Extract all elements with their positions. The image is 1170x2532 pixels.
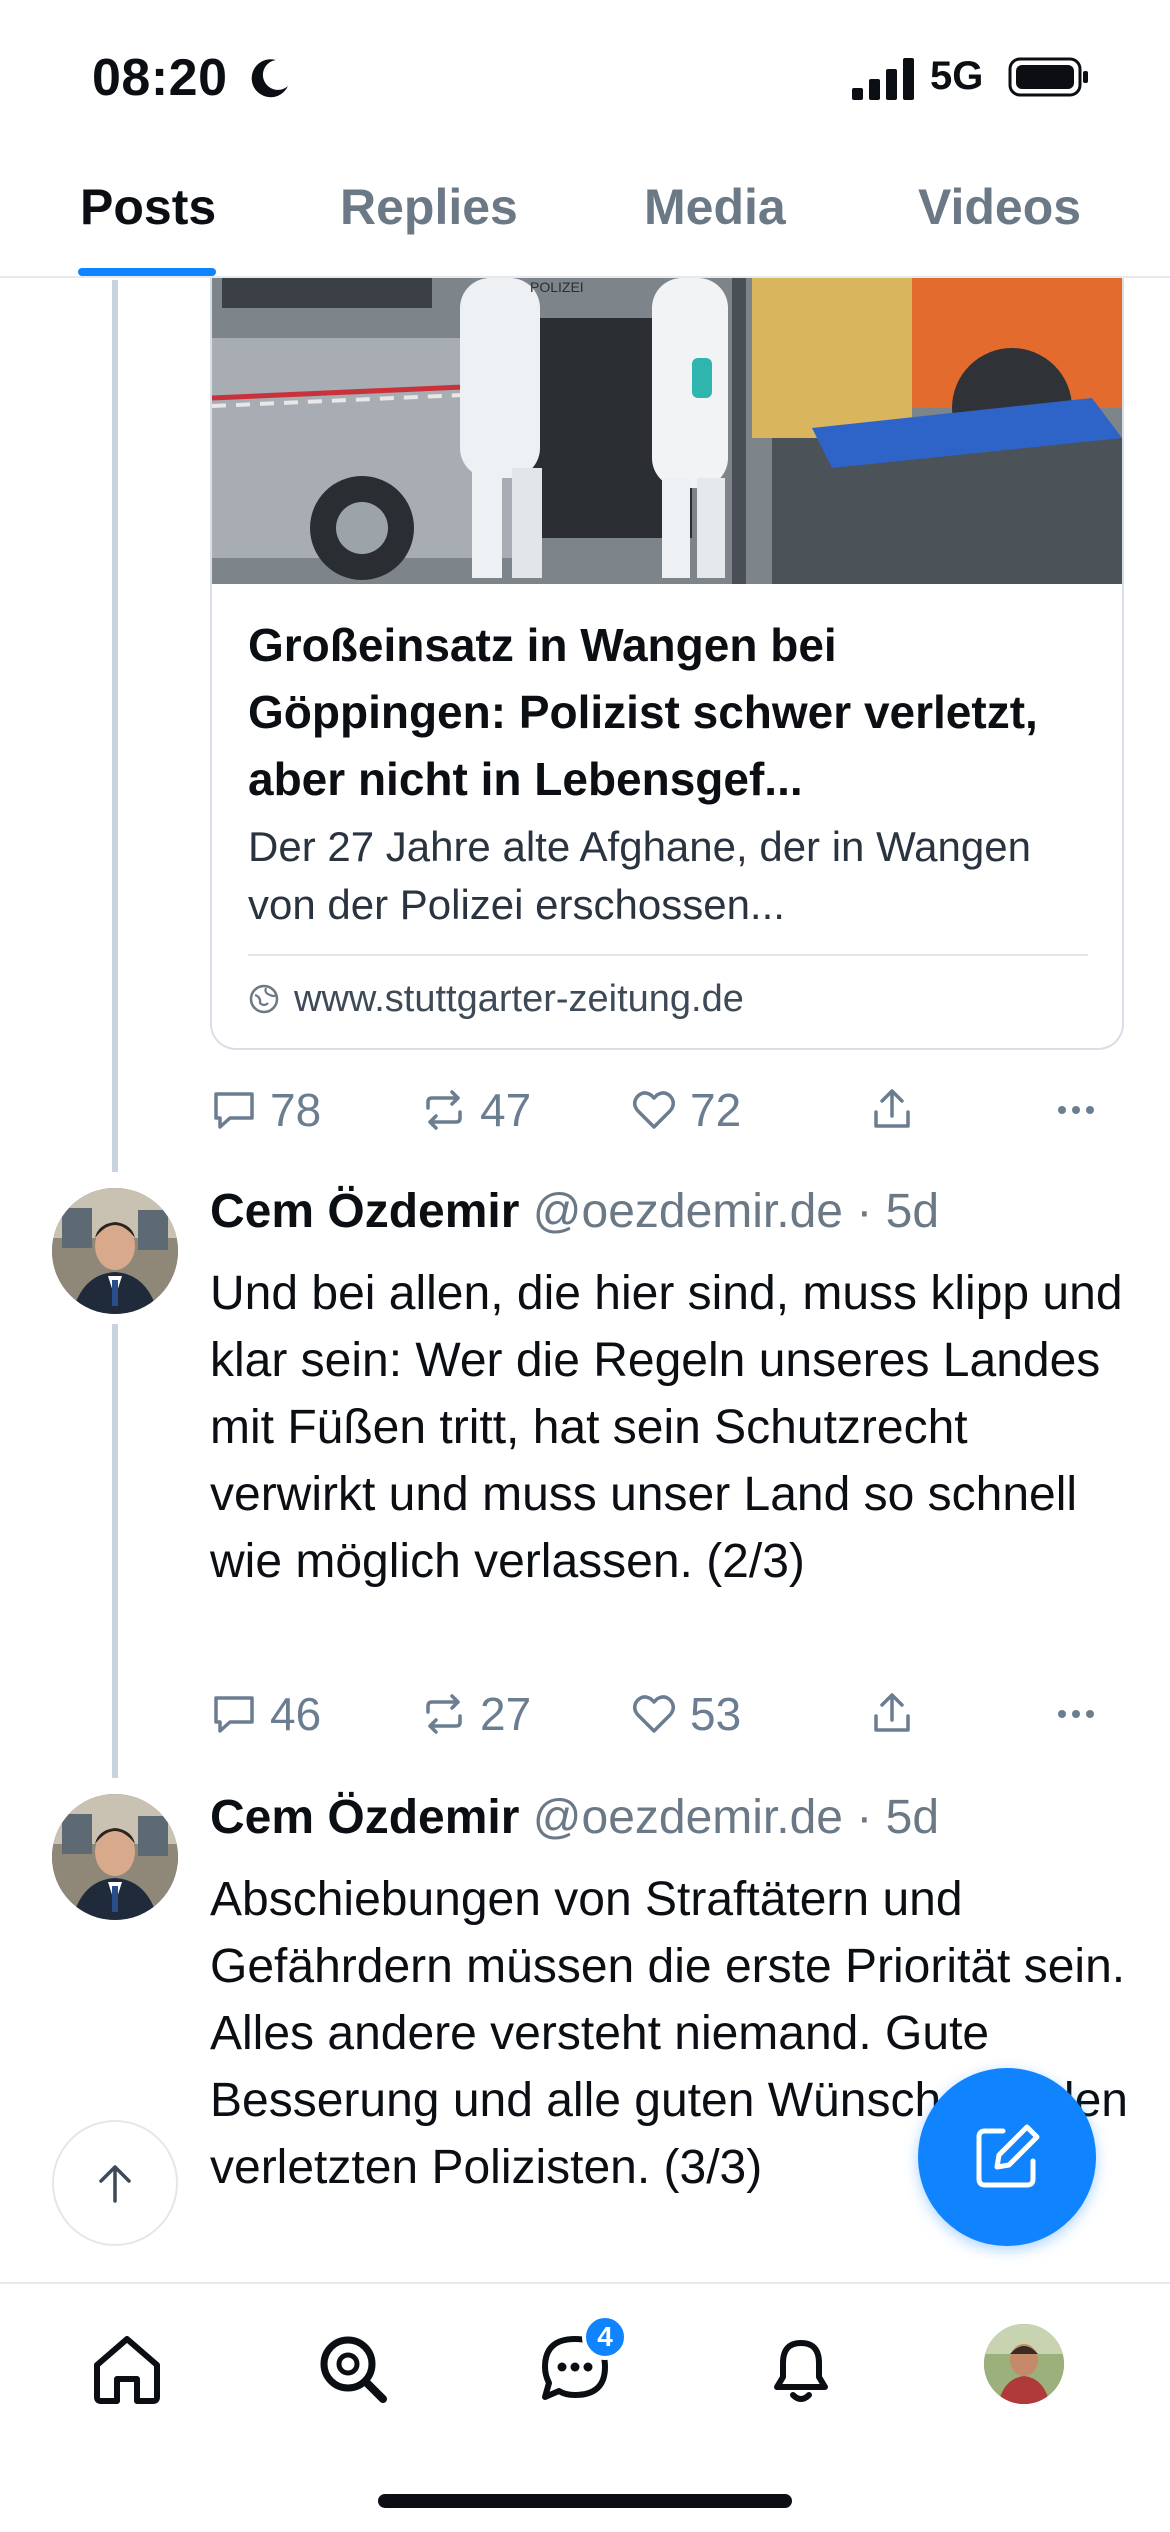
reply-count: 78 [270,1084,322,1136]
more-button[interactable] [1052,1080,1100,1140]
post-actions: 78 47 72 [210,1080,1110,1140]
repost-button[interactable]: 27 [420,1684,531,1744]
profile-photo [984,2324,1064,2404]
like-icon [633,1695,675,1733]
post-header: Cem Özdemir @oezdemir.de · 5d [210,1184,939,1239]
reply-count: 46 [270,1688,322,1740]
tab-media[interactable]: Media [644,178,786,236]
more-icon [1058,1710,1094,1718]
post-time: 5d [885,1185,940,1238]
link-preview-image: POLIZEI [212,278,1122,584]
status-time: 08:20 [92,49,228,107]
avatar[interactable] [52,1188,178,1314]
tab-indicator [78,268,216,276]
repost-button[interactable]: 47 [420,1080,531,1140]
post-header: Cem Özdemir @oezdemir.de · 5d [210,1790,939,1845]
like-count: 53 [690,1688,742,1740]
link-preview-domain: www.stuttgarter-zeitung.de [294,977,744,1020]
home-indicator [378,2494,792,2508]
author-name[interactable]: Cem Özdemir [210,1791,519,1844]
like-count: 72 [690,1084,742,1136]
more-button[interactable] [1052,1684,1100,1744]
network-type: 5G [930,54,984,98]
reply-button[interactable]: 46 [210,1684,321,1744]
avatar-photo [52,1188,178,1314]
post-time: 5d [885,1791,940,1844]
reply-icon [214,1696,254,1733]
nav-notifications[interactable] [756,2324,846,2414]
thread-line [112,1324,118,1778]
share-icon [874,1089,910,1128]
separator-dot: · [856,1185,873,1238]
nav-home[interactable] [82,2324,172,2414]
like-icon [633,1091,675,1129]
author-handle[interactable]: @oezdemir.de [533,1185,843,1238]
tab-replies[interactable]: Replies [340,178,518,236]
share-button[interactable] [868,1684,916,1744]
repost-icon [426,1090,462,1130]
nav-profile-avatar[interactable] [984,2324,1064,2404]
status-bar: 08:20 5G [0,0,1170,150]
scroll-to-top-button[interactable] [52,2120,178,2246]
like-button[interactable]: 53 [630,1684,741,1744]
search-icon [320,2336,387,2403]
moon-icon [251,59,288,98]
reply-icon [214,1092,254,1129]
battery-icon [1008,57,1088,97]
tab-posts[interactable]: Posts [80,178,216,236]
reply-button[interactable]: 78 [210,1080,321,1140]
preview-photo: POLIZEI [212,278,1122,584]
profile-tabs: Posts Replies Media Videos [0,150,1170,278]
link-preview-domain-row: www.stuttgarter-zeitung.de [248,974,744,1024]
tab-videos[interactable]: Videos [918,178,1081,236]
link-preview-title: Großeinsatz in Wangen bei Göppingen: Pol… [248,619,1038,805]
share-icon [874,1693,910,1732]
compose-icon [976,2124,1040,2188]
globe-icon [249,984,279,1014]
link-preview-description: Der 27 Jahre alte Afghane, der in Wangen… [248,823,1031,928]
arrow-up-icon [99,2165,131,2203]
author-handle[interactable]: @oezdemir.de [533,1791,843,1844]
like-button[interactable]: 72 [630,1080,741,1140]
post-text: Und bei allen, die hier sind, muss klipp… [210,1267,1123,1588]
bottom-navigation: 4 [0,2282,1170,2532]
divider [248,954,1088,956]
bell-icon [774,2340,828,2402]
signal-icon [852,58,914,100]
repost-count: 47 [480,1084,532,1136]
share-button[interactable] [868,1080,916,1140]
avatar-photo [52,1794,178,1920]
more-icon [1058,1106,1094,1114]
nav-search[interactable] [308,2324,398,2414]
link-preview-card[interactable]: POLIZEI Großeinsatz in Wangen bei Göppin… [210,278,1124,1050]
author-name[interactable]: Cem Özdemir [210,1185,519,1238]
compose-button[interactable] [918,2068,1096,2246]
thread-line [112,280,118,1172]
separator-dot: · [856,1791,873,1844]
avatar[interactable] [52,1794,178,1920]
preview-photo-text: POLIZEI [530,279,584,295]
post-actions: 46 27 53 [210,1684,1110,1744]
home-icon [94,2336,160,2404]
chat-badge: 4 [582,2314,628,2360]
repost-count: 27 [480,1688,532,1740]
repost-icon [426,1694,462,1734]
